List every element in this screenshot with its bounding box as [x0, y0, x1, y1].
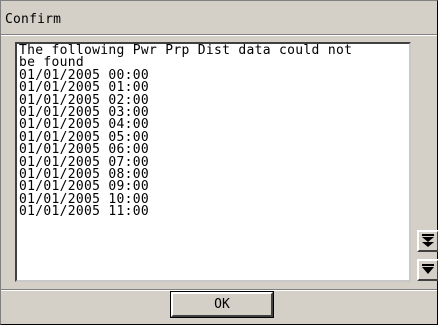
title-divider	[1, 34, 437, 36]
scroll-page-down-button[interactable]	[417, 230, 438, 252]
double-chevron-down-icon	[422, 234, 434, 247]
ok-button[interactable]: OK	[170, 291, 274, 318]
message-text: The following Pwr Prp Dist data could no…	[19, 43, 353, 220]
scroll-line-down-button[interactable]	[417, 259, 438, 281]
footer-divider	[1, 289, 437, 291]
triangle-down-icon	[422, 264, 434, 274]
message-box[interactable]: The following Pwr Prp Dist data could no…	[15, 42, 411, 282]
confirm-dialog: Confirm The following Pwr Prp Dist data …	[0, 0, 438, 325]
dialog-title: Confirm	[5, 12, 62, 27]
